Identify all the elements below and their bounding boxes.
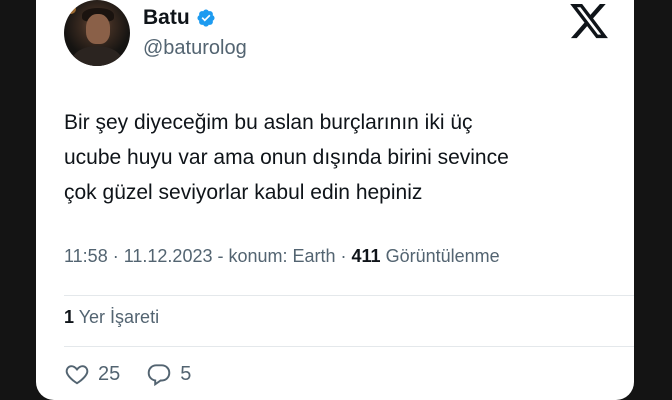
avatar-background-light — [66, 4, 76, 14]
author-name-row: Batu — [143, 6, 216, 30]
views-label: Görüntülenme — [380, 246, 500, 266]
tweet-time[interactable]: 11:58 — [64, 246, 108, 266]
reply-icon — [147, 364, 171, 387]
tweet-location: - konum: Earth — [212, 246, 336, 266]
tweet-meta: 11:58 · 11.12.2023 - konum: Earth · 411 … — [64, 246, 500, 267]
reply-button[interactable]: 5 — [146, 361, 191, 387]
like-count: 25 — [98, 362, 121, 385]
tweet-text-line: ucube huyu var ama onun dışında birini s… — [64, 146, 509, 169]
tweet-text: Bir şey diyeceğim bu aslan burçlarının i… — [64, 105, 624, 210]
tweet-card: Batu @baturolog Bir şey diyeceğim bu asl… — [36, 0, 634, 400]
verified-badge-icon — [197, 9, 215, 27]
divider — [64, 295, 634, 296]
meta-separator: · — [335, 246, 352, 266]
author-handle[interactable]: @baturolog — [143, 37, 247, 60]
bookmarks-stat[interactable]: 1 Yer İşareti — [64, 307, 159, 328]
avatar-face — [86, 14, 110, 44]
tweet-text-line: çok güzel seviyorlar kabul edin hepiniz — [64, 181, 423, 204]
divider — [64, 346, 634, 347]
author-display-name[interactable]: Batu — [143, 6, 190, 30]
heart-icon — [65, 365, 89, 385]
avatar[interactable] — [64, 0, 130, 66]
reply-count: 5 — [180, 362, 192, 385]
tweet-text-line: Bir şey diyeceğim bu aslan burçlarının i… — [64, 111, 473, 134]
views-count: 411 — [351, 246, 381, 266]
tweet-actions: 25 5 — [64, 361, 191, 387]
bookmarks-label: Yer İşareti — [74, 307, 160, 327]
tweet-date[interactable]: 11.12.2023 — [124, 246, 213, 266]
like-button[interactable]: 25 — [64, 361, 120, 387]
avatar-body — [72, 46, 122, 66]
x-logo-icon — [570, 3, 608, 39]
meta-separator: · — [107, 246, 124, 266]
bookmarks-count: 1 — [64, 307, 75, 327]
